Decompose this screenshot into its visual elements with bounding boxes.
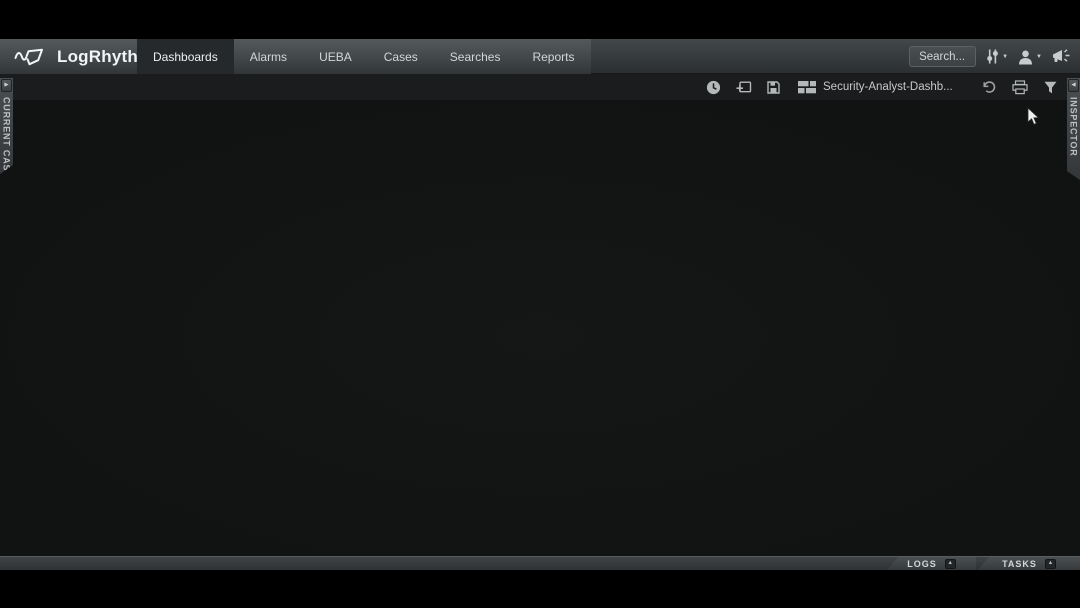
current-case-panel-tab[interactable]: ▶ CURRENT CASE (0, 78, 13, 174)
main-navbar: LogRhythm ™ Dashboards Alarms UEBA Cases… (0, 39, 1080, 74)
user-icon (1017, 49, 1034, 65)
dashboard-content-area (0, 100, 1080, 556)
megaphone-icon (1051, 48, 1072, 65)
logs-expand-button[interactable]: ▲ (945, 559, 956, 569)
logrhythm-app-window: LogRhythm ™ Dashboards Alarms UEBA Cases… (0, 0, 1080, 608)
inspector-label: INSPECTOR (1069, 97, 1079, 157)
chevron-down-icon: ▼ (1036, 53, 1042, 61)
tasks-expand-button[interactable]: ▲ (1045, 559, 1056, 569)
inspector-panel-tab[interactable]: ◀ INSPECTOR (1067, 78, 1080, 180)
print-button[interactable] (1012, 80, 1028, 95)
primary-nav-tabs: Dashboards Alarms UEBA Cases Searches Re… (137, 39, 591, 74)
user-menu[interactable]: ▼ (1017, 49, 1042, 65)
add-widget-button[interactable] (735, 80, 752, 95)
dashboard-toolbar: Security-Analyst-Dashb... (0, 74, 1080, 100)
logs-tab-label: LOGS (907, 559, 937, 569)
bottom-status-bar: LOGS ▲ TASKS ▲ (0, 556, 1080, 570)
inspector-collapse-tab-button[interactable]: ◀ (1068, 79, 1079, 92)
dashboard-name: Security-Analyst-Dashb... (823, 81, 953, 93)
dashboard-grid-icon (798, 81, 816, 94)
display-settings-menu[interactable]: ▼ (985, 48, 1008, 65)
bottom-black-strip (0, 570, 1080, 608)
nav-tab-dashboards[interactable]: Dashboards (137, 39, 234, 74)
announcements-button[interactable] (1051, 48, 1072, 65)
nav-tab-ueba[interactable]: UEBA (303, 39, 368, 74)
save-dashboard-button[interactable] (766, 80, 781, 95)
nav-tab-searches[interactable]: Searches (434, 39, 517, 74)
collapse-left-icon: ◀ (1071, 83, 1075, 89)
chevron-down-icon: ▼ (1002, 53, 1008, 61)
sliders-icon (985, 48, 1000, 65)
arrow-up-icon: ▲ (1048, 561, 1053, 567)
top-black-strip (0, 0, 1080, 39)
time-range-button[interactable] (706, 80, 721, 95)
tasks-dock-tab[interactable]: TASKS ▲ (978, 557, 1080, 570)
filter-button[interactable] (1044, 81, 1057, 94)
nav-tab-cases[interactable]: Cases (368, 39, 434, 74)
logrhythm-logo-icon (14, 46, 50, 68)
arrow-up-icon: ▲ (948, 561, 953, 567)
mouse-cursor (1027, 107, 1040, 126)
expand-right-icon: ▶ (4, 83, 8, 89)
nav-tab-alarms[interactable]: Alarms (234, 39, 303, 74)
dashboard-selector[interactable]: Security-Analyst-Dashb... (798, 81, 953, 94)
search-input[interactable]: Search... (909, 46, 976, 67)
tasks-tab-label: TASKS (1002, 559, 1037, 569)
nav-tab-reports[interactable]: Reports (516, 39, 590, 74)
current-case-expand-button[interactable]: ▶ (1, 79, 12, 92)
logrhythm-logo[interactable]: LogRhythm ™ (0, 39, 137, 74)
logs-dock-tab[interactable]: LOGS ▲ (887, 557, 976, 570)
reset-dashboard-button[interactable] (981, 80, 996, 95)
current-case-label: CURRENT CASE (2, 97, 12, 178)
